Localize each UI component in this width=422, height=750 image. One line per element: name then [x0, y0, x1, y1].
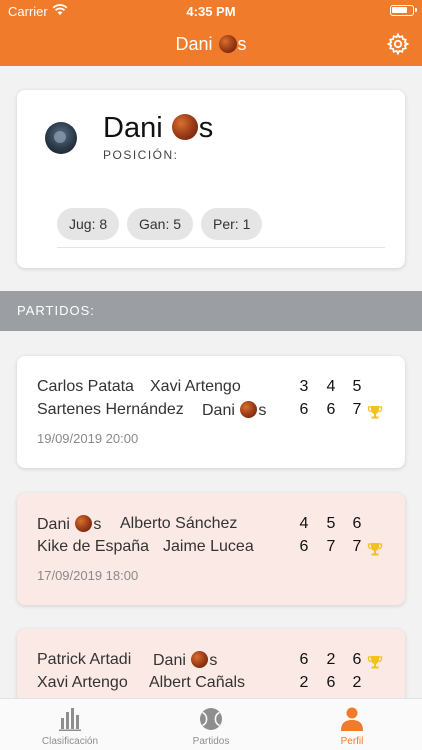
set-score: 6 [326, 401, 336, 418]
tab-label: Partidos [192, 736, 230, 747]
won-badge: Gan: 5 [127, 208, 194, 240]
player-name-text: Dani [37, 516, 70, 533]
set-score: 6 [326, 674, 336, 691]
team-row: Sartenes Hernández Dani s 6 6 7 [37, 401, 387, 423]
player-name: Patrick Artadi [37, 651, 132, 668]
avatar[interactable] [45, 122, 77, 154]
set-score: 2 [299, 674, 309, 691]
player-name: Albert Cañals [149, 674, 246, 691]
player-name-suffix: s [209, 652, 218, 669]
team-row: Carlos Patata Xavi Artengo 3 4 5 [37, 378, 387, 400]
bar-chart-icon [59, 708, 81, 731]
player-name: Jaime Lucea [163, 538, 254, 555]
set-score: 7 [352, 538, 362, 555]
gear-icon[interactable] [386, 32, 410, 56]
set-score: 4 [299, 515, 309, 532]
page-title: Dani s [0, 34, 422, 55]
set-score: 5 [326, 515, 336, 532]
tab-label: Clasificación [41, 736, 99, 747]
team-row: Patrick Artadi Dani s 6 2 6 [37, 651, 387, 673]
ball-icon [200, 708, 222, 730]
match-date: 19/09/2019 20:00 [37, 431, 139, 446]
person-icon [341, 707, 363, 731]
profile-name: Dani s [103, 112, 213, 145]
player-name: Dani s [202, 401, 266, 420]
set-score: 3 [299, 378, 309, 395]
set-score: 7 [352, 401, 362, 418]
set-score: 6 [352, 515, 362, 532]
chestnut-emoji-icon [240, 401, 258, 418]
tab-bar: Clasificación Partidos Perfil [0, 698, 422, 750]
trophy-icon [367, 543, 383, 556]
player-name: Kike de España [37, 538, 150, 555]
match-card[interactable]: Carlos Patata Xavi Artengo 3 4 5 Sartene… [17, 356, 405, 468]
match-date: 17/09/2019 18:00 [37, 568, 139, 583]
profile-name-text: Dani [103, 112, 163, 144]
chestnut-emoji-icon [218, 35, 237, 53]
player-name: Xavi Artengo [37, 674, 128, 691]
team-row: Kike de España Jaime Lucea 6 7 7 [37, 538, 387, 560]
set-score: 5 [352, 378, 362, 395]
match-card[interactable]: Dani s Alberto Sánchez 4 5 6 Kike de Esp… [17, 493, 405, 605]
player-name-text: Dani [153, 652, 186, 669]
page-title-suffix: s [237, 34, 247, 54]
page-title-text: Dani [175, 34, 213, 54]
matches-section-header: PARTIDOS: [0, 291, 422, 331]
played-badge: Jug: 8 [57, 208, 120, 240]
tab-perfil[interactable]: Perfil [282, 699, 422, 750]
player-name: Carlos Patata [37, 378, 134, 395]
lost-badge: Per: 1 [201, 208, 263, 240]
set-score: 2 [326, 651, 336, 668]
player-name-suffix: s [93, 516, 102, 533]
chestnut-emoji-icon [75, 515, 93, 532]
set-score: 6 [352, 651, 362, 668]
player-name: Dani s [37, 515, 101, 534]
tab-label: Perfil [340, 736, 364, 747]
set-score: 2 [352, 674, 362, 691]
tab-clasificacion[interactable]: Clasificación [0, 699, 140, 750]
set-score: 6 [299, 401, 309, 418]
battery-icon [390, 5, 417, 16]
trophy-icon [367, 656, 383, 669]
player-name: Dani s [153, 651, 217, 670]
set-score: 4 [326, 378, 336, 395]
player-name-suffix: s [258, 402, 267, 419]
player-name-text: Dani [202, 402, 235, 419]
status-time: 4:35 PM [186, 4, 236, 19]
team-row: Dani s Alberto Sánchez 4 5 6 [37, 515, 387, 537]
set-score: 6 [299, 651, 309, 668]
profile-card: Dani s POSICIÓN: Jug: 8 Gan: 5 Per: 1 [17, 90, 405, 268]
player-name: Alberto Sánchez [120, 515, 238, 532]
chestnut-emoji-icon [191, 651, 209, 668]
player-name: Sartenes Hernández [37, 401, 184, 418]
profile-name-suffix: s [198, 112, 214, 144]
trophy-icon [367, 406, 383, 419]
set-score: 6 [299, 538, 309, 555]
chestnut-emoji-icon [171, 114, 198, 140]
top-bar: Carrier 4:35 PM Dani s [0, 0, 422, 66]
player-name: Xavi Artengo [150, 378, 241, 395]
set-score: 7 [326, 538, 336, 555]
status-bar: Carrier 4:35 PM [0, 0, 422, 22]
team-row: Xavi Artengo Albert Cañals 2 6 2 [37, 674, 387, 696]
tab-partidos[interactable]: Partidos [141, 699, 281, 750]
position-label: POSICIÓN: [103, 148, 179, 162]
divider [57, 247, 385, 248]
